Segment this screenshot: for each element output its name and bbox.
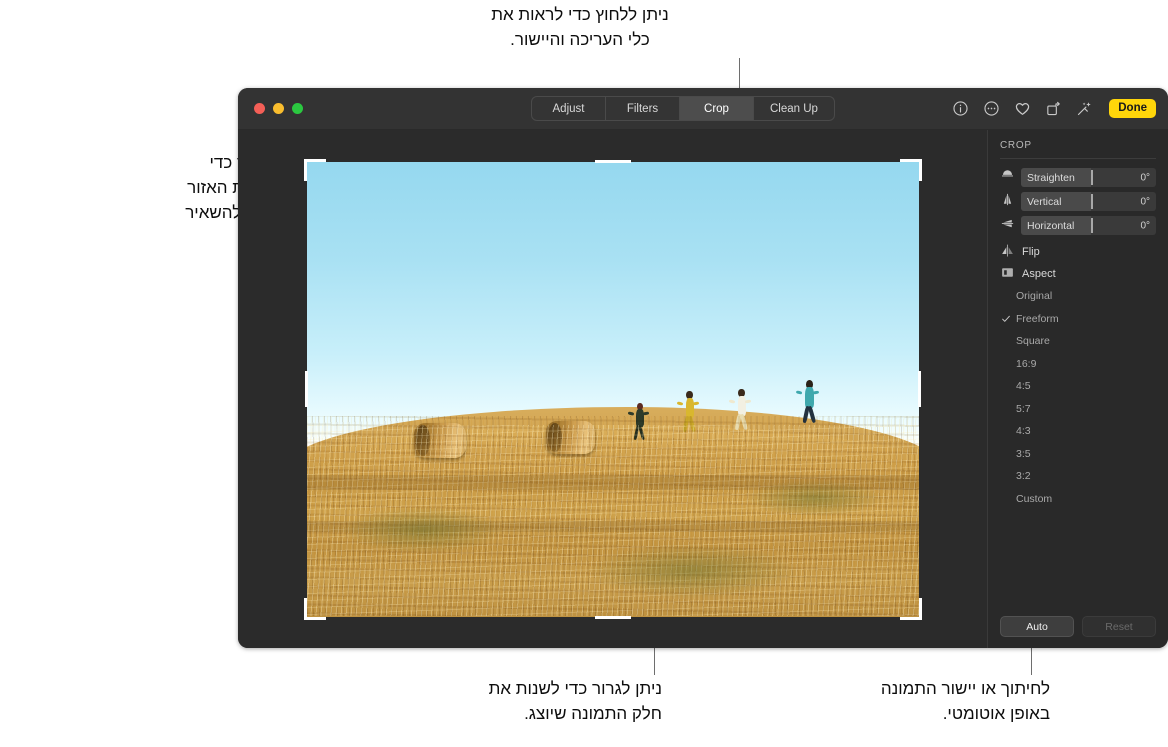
- aspect-option-16-9[interactable]: 16:9: [1000, 353, 1156, 376]
- screenshot-root: ניתן ללחוץ כדי לראות את כלי העריכה והייש…: [0, 0, 1168, 747]
- flip-control[interactable]: Flip: [1000, 241, 1156, 263]
- aspect-option-5-7[interactable]: 5:7: [1000, 398, 1156, 421]
- reset-button: Reset: [1082, 616, 1156, 637]
- tab-clean-up[interactable]: Clean Up: [754, 97, 834, 120]
- vertical-slider[interactable]: Vertical 0°: [1021, 192, 1156, 211]
- aspect-option-label: 4:5: [1016, 380, 1031, 393]
- callout-bottom-text: ניתן לגרור כדי לשנות את חלק התמונה שיוצג…: [488, 679, 662, 723]
- straighten-slider[interactable]: Straighten 0°: [1021, 168, 1156, 187]
- aspect-option-square[interactable]: Square: [1000, 330, 1156, 353]
- slider-row-vertical[interactable]: Vertical 0°: [1000, 192, 1156, 211]
- slider-label: Straighten: [1027, 171, 1075, 184]
- titlebar-toolbar: Done: [952, 96, 1156, 121]
- close-button[interactable]: [254, 103, 265, 114]
- photo-canvas[interactable]: [238, 130, 987, 648]
- flip-icon: [1000, 243, 1015, 261]
- auto-button[interactable]: Auto: [1000, 616, 1074, 637]
- slider-value: 0°: [1140, 220, 1150, 231]
- aspect-label: Aspect: [1022, 268, 1056, 280]
- aspect-option-3-5[interactable]: 3:5: [1000, 443, 1156, 466]
- crop-inspector-panel: CROP Straighten 0° Vertical 0° Horizonta…: [987, 130, 1168, 648]
- aspect-option-custom[interactable]: Custom: [1000, 488, 1156, 511]
- checkmark-icon: [1001, 314, 1011, 324]
- straighten-icon: [1000, 168, 1015, 188]
- aspect-option-label: 3:2: [1016, 470, 1031, 483]
- horizontal-perspective-icon: [1000, 216, 1015, 236]
- crop-region[interactable]: [303, 158, 922, 620]
- green-patch-3: [747, 480, 882, 517]
- aspect-options-list: Original Freeform Square 16:9 4:5 5:7 4:…: [1000, 285, 1156, 510]
- zoom-button[interactable]: [292, 103, 303, 114]
- slider-thumb[interactable]: [1091, 218, 1094, 233]
- editor-body: CROP Straighten 0° Vertical 0° Horizonta…: [238, 130, 1168, 648]
- aspect-option-3-2[interactable]: 3:2: [1000, 465, 1156, 488]
- aspect-option-label: Freeform: [1016, 312, 1059, 325]
- slider-label: Vertical: [1027, 195, 1062, 208]
- green-patch-1: [343, 507, 503, 553]
- aspect-option-label: Square: [1016, 335, 1050, 348]
- green-patch-2: [588, 543, 797, 599]
- auto-enhance-wand-icon[interactable]: [1076, 100, 1093, 117]
- inspector-title: CROP: [1000, 140, 1156, 159]
- window-controls: [254, 103, 303, 114]
- flip-label: Flip: [1022, 246, 1040, 258]
- photos-editor-window: Adjust Filters Crop Clean Up Done CROP S…: [238, 88, 1168, 648]
- callout-top-leader: [739, 58, 740, 90]
- slider-value: 0°: [1140, 196, 1150, 207]
- done-button[interactable]: Done: [1109, 98, 1156, 119]
- callout-bottom-right-text: לחיתוך או יישור התמונה באופן אוטומטי.: [880, 679, 1050, 723]
- slider-thumb[interactable]: [1091, 170, 1094, 185]
- aspect-option-4-3[interactable]: 4:3: [1000, 420, 1156, 443]
- aspect-option-label: 5:7: [1016, 402, 1031, 415]
- aspect-option-label: 16:9: [1016, 357, 1037, 370]
- aspect-option-label: Original: [1016, 290, 1053, 303]
- tab-adjust[interactable]: Adjust: [532, 97, 606, 120]
- aspect-option-label: 3:5: [1016, 447, 1031, 460]
- aspect-option-label: Custom: [1016, 492, 1053, 505]
- aspect-option-freeform[interactable]: Freeform: [1000, 308, 1156, 331]
- callout-top-text: ניתן ללחוץ כדי לראות את כלי העריכה והייש…: [491, 5, 669, 49]
- aspect-icon: [1000, 265, 1015, 283]
- edit-mode-segmented-control[interactable]: Adjust Filters Crop Clean Up: [531, 96, 835, 121]
- window-titlebar: Adjust Filters Crop Clean Up Done: [238, 88, 1168, 130]
- aspect-option-original[interactable]: Original: [1000, 285, 1156, 308]
- minimize-button[interactable]: [273, 103, 284, 114]
- info-icon[interactable]: [952, 100, 969, 117]
- sky-layer: [306, 161, 919, 444]
- tab-crop[interactable]: Crop: [680, 97, 754, 120]
- aspect-option-4-5[interactable]: 4:5: [1000, 375, 1156, 398]
- more-options-icon[interactable]: [983, 100, 1000, 117]
- slider-value: 0°: [1140, 172, 1150, 183]
- aspect-option-label: 4:3: [1016, 425, 1031, 438]
- inspector-action-buttons: Auto Reset: [1000, 616, 1156, 637]
- aspect-control[interactable]: Aspect: [1000, 263, 1156, 285]
- slider-label: Horizontal: [1027, 219, 1075, 232]
- photo-image[interactable]: [306, 161, 919, 617]
- horizontal-slider[interactable]: Horizontal 0°: [1021, 216, 1156, 235]
- slider-thumb[interactable]: [1091, 194, 1094, 209]
- rotate-icon[interactable]: [1045, 100, 1062, 117]
- slider-row-straighten[interactable]: Straighten 0°: [1000, 168, 1156, 187]
- slider-row-horizontal[interactable]: Horizontal 0°: [1000, 216, 1156, 235]
- vertical-perspective-icon: [1000, 192, 1015, 212]
- favorite-heart-icon[interactable]: [1014, 100, 1031, 117]
- tab-filters[interactable]: Filters: [606, 97, 680, 120]
